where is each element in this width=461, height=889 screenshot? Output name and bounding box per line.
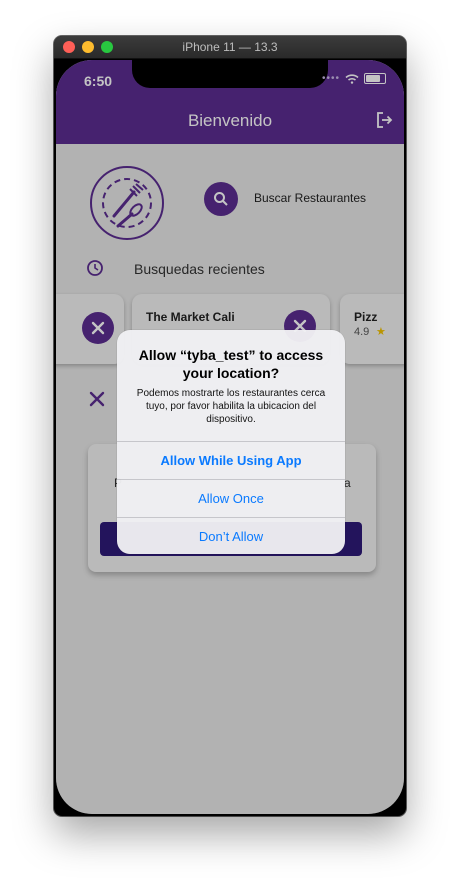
phone-screen: 6:50 •••• Bienvenido Buscar Restaurantes…	[56, 60, 404, 814]
simulator-titlebar: iPhone 11 — 13.3	[54, 36, 406, 59]
simulator-window: iPhone 11 — 13.3 6:50 •••• Bienvenido Bu…	[54, 36, 406, 816]
alert-title: Allow “tyba_test” to access your locatio…	[138, 347, 324, 381]
alert-message: Podemos mostrarte los restaurantes cerca…	[136, 388, 326, 425]
allow-once-button[interactable]: Allow Once	[117, 479, 345, 517]
allow-while-using-button[interactable]: Allow While Using App	[117, 441, 345, 479]
dont-allow-button[interactable]: Don’t Allow	[117, 517, 345, 554]
location-permission-alert: Allow “tyba_test” to access your locatio…	[117, 330, 345, 554]
simulator-title: iPhone 11 — 13.3	[182, 40, 278, 54]
